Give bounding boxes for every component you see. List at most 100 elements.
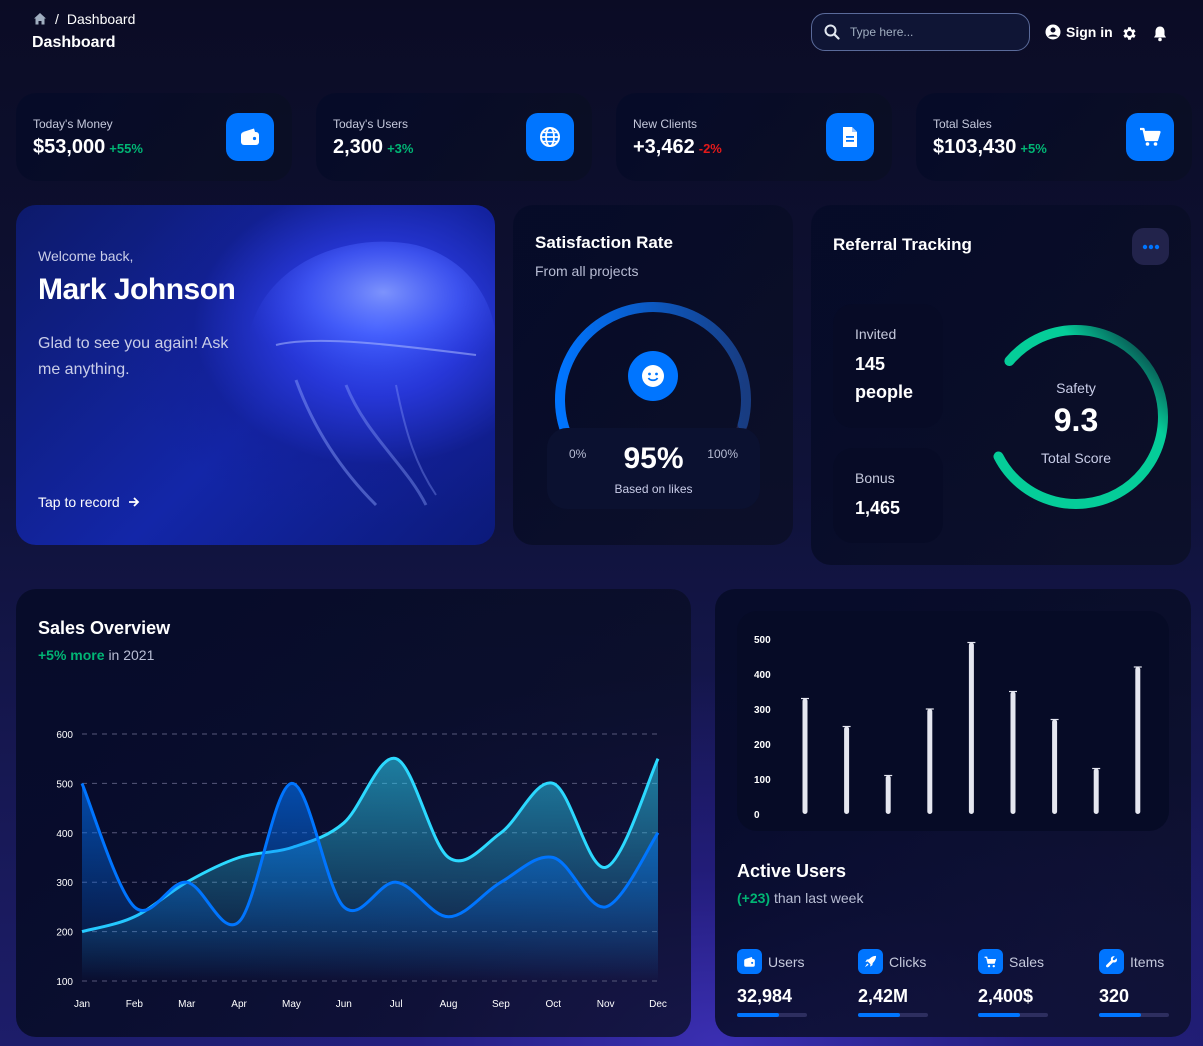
active-users-bar-chart: 500 400 300 200 100 0 [754,635,1142,821]
stat-card-sales: Total Sales $103,430 +5% [916,93,1192,181]
cart-icon [978,949,1003,974]
stat-value: $103,430 [933,136,1017,158]
satisfaction-readout: 0% 100% 95% Based on likes [547,428,760,509]
safety-score: 9.3 [1053,402,1099,438]
metric-value: 2,42M [858,986,909,1006]
x-tick-label: Jul [390,999,403,1010]
bonus-box: Bonus 1,465 [833,448,943,543]
y-tick-label: 0 [754,810,760,821]
metric-value: 320 [1099,986,1130,1006]
page-title: Dashboard [32,34,116,51]
sign-in-button[interactable]: Sign in [1045,24,1113,40]
metric-progress-fill [1099,1013,1141,1017]
stat-value: +3,462 [633,136,695,158]
x-tick-label: Aug [440,999,458,1010]
stat-label: Total Sales [933,117,992,131]
metric-value: 2,400$ [978,986,1034,1006]
document-icon [826,113,874,161]
welcome-greeting: Welcome back, [38,248,134,264]
metric-progress-fill [737,1013,779,1017]
more-dots-icon [1142,244,1159,249]
invited-box: Invited 145 people [833,304,943,428]
active-users-subtitle: (+23) than last week [737,890,863,906]
metric-progress [737,1013,807,1017]
wrench-icon [1099,949,1124,974]
invited-value: 145 people [855,354,914,402]
x-tick-label: Dec [649,999,667,1010]
stat-change: +55% [109,141,143,156]
x-tick-label: May [282,999,301,1010]
bar [885,775,891,814]
more-options-button[interactable] [1132,228,1169,265]
cart-icon [1126,113,1174,161]
stat-card-clients: New Clients +3,462 -2% [616,93,892,181]
arrow-right-icon [128,497,139,507]
y-tick-label: 400 [56,829,73,840]
stat-label: Today's Money [33,117,113,131]
bell-icon[interactable] [1152,25,1168,42]
x-tick-label: Feb [126,999,144,1010]
x-tick-label: Oct [545,999,561,1010]
gear-icon[interactable] [1121,25,1138,42]
bar [1052,719,1058,814]
tap-to-record-link[interactable]: Tap to record [38,494,140,510]
welcome-message: Glad to see you again! Ask me anything. [38,335,229,378]
search-icon [824,24,840,40]
y-tick-label: 100 [754,775,771,786]
y-tick-label: 500 [754,635,771,646]
metric-progress [1099,1013,1169,1017]
satisfaction-title: Satisfaction Rate [535,233,673,252]
search-bar[interactable] [811,13,1030,51]
stat-value: 2,300 [333,136,384,158]
welcome-card: Welcome back, Mark Johnson Glad to see y… [16,205,495,545]
x-tick-label: Sep [492,999,510,1010]
y-tick-label: 200 [56,928,73,939]
stat-card-money: Today's Money $53,000 +55% [16,93,292,181]
y-tick-label: 100 [56,977,73,988]
metric-label: Sales [1009,953,1045,970]
referral-title: Referral Tracking [833,235,972,254]
stat-label: Today's Users [333,117,408,131]
bar [1135,667,1141,814]
active-users-card: 500 400 300 200 100 0 Active Users (+23) than… [715,589,1191,1037]
bonus-value: 1,465 [855,498,901,518]
x-tick-label: Apr [231,999,247,1010]
metric-progress [978,1013,1048,1017]
y-tick-label: 300 [56,878,73,889]
x-tick-label: Mar [178,999,196,1010]
metric-users: Users 32,984 [737,949,827,1017]
metric-progress-fill [978,1013,1020,1017]
bar [844,726,850,814]
metric-progress [858,1013,928,1017]
metric-value: 32,984 [737,986,793,1006]
stat-label: New Clients [633,117,698,131]
y-tick-label: 500 [56,779,73,790]
safety-label: Safety [1056,380,1096,396]
total-score-label: Total Score [1040,450,1112,466]
sales-overview-card: Sales Overview +5% more in 2021 600 500 40… [16,589,691,1037]
bar [1010,691,1016,814]
sign-in-label: Sign in [1066,24,1113,40]
satisfaction-value: 95% [623,442,684,475]
satisfaction-caption: Based on likes [614,482,693,496]
search-input[interactable] [850,25,1010,39]
home-icon[interactable] [33,12,47,26]
bar [968,642,974,814]
metric-label: Items [1130,953,1165,970]
x-tick-label: Jan [74,999,90,1010]
metric-progress-fill [858,1013,900,1017]
y-tick-label: 300 [754,705,771,716]
rocket-icon [858,949,883,974]
breadcrumb: / Dashboard [33,11,135,27]
active-users-title: Active Users [737,861,847,881]
bonus-label: Bonus [855,470,895,486]
stat-card-users: Today's Users 2,300 +3% [316,93,592,181]
breadcrumb-current: Dashboard [66,11,136,27]
metric-clicks: Clicks 2,42M [858,949,948,1017]
smile-icon [628,351,678,401]
stat-change: +5% [1020,141,1047,156]
sales-area-chart: 600 500 400 300 200 100Jan Feb Mar Apr May Jun Jul A… [56,730,667,1010]
globe-icon [526,113,574,161]
y-tick-label: 600 [56,730,73,741]
x-tick-label: Jun [336,999,352,1010]
